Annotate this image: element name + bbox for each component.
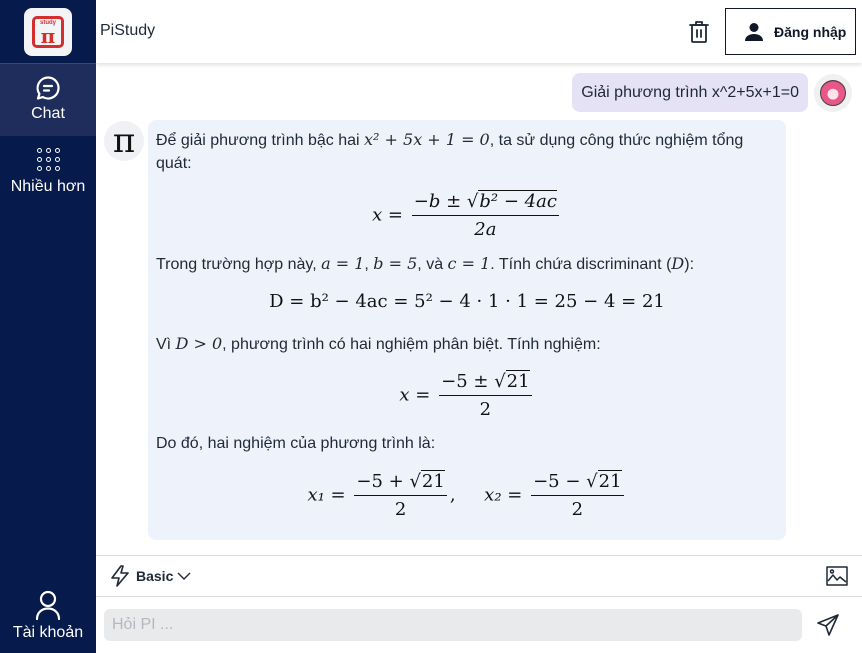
sidebar-item-label: Chat [31, 105, 65, 122]
formula-lhs: x = [372, 204, 404, 226]
sqrt-radicand: 21 [597, 470, 622, 492]
separator: , [449, 484, 456, 506]
text: Vì [156, 336, 176, 353]
text: . Tính chứa discriminant ( [490, 256, 672, 273]
numerator: −5 + [356, 471, 410, 492]
upload-image-button[interactable] [826, 566, 848, 586]
sidebar: study π Chat Nhiều hơn Tài khoản [0, 0, 96, 653]
formula-x2-lhs: x₂ = [484, 484, 523, 506]
send-button[interactable] [816, 613, 840, 637]
login-label: Đăng nhập [774, 23, 847, 40]
numerator: −b ± [413, 191, 467, 212]
formula-roots-combined: x = −5 ± √21 2 [148, 370, 786, 421]
text: , phương trình có hai nghiệm phân biệt. … [222, 336, 601, 353]
fraction: −b ± √b² − 4ac 2a [411, 190, 559, 240]
bot-message-bubble: Để giải phương trình bậc hai x² + 5x + 1… [148, 120, 786, 540]
numerator: −5 − [533, 471, 587, 492]
chat-input[interactable] [104, 609, 802, 641]
text: ): [684, 256, 695, 273]
bot-avatar: π [104, 121, 144, 161]
formula-lhs: x = [399, 384, 431, 406]
text: Để giải phương trình bậc hai [156, 132, 364, 149]
user-message: Giải phương trình x^2+5x+1=0 [572, 73, 852, 112]
sidebar-item-label: Nhiều hơn [10, 178, 86, 195]
denominator: 2 [571, 499, 584, 520]
sqrt-radicand: 21 [505, 370, 530, 392]
sidebar-item-more[interactable]: Nhiều hơn [0, 136, 96, 206]
app-logo[interactable]: study π [24, 8, 72, 56]
sidebar-item-label: Tài khoản [12, 624, 84, 641]
grid-dots-icon [36, 148, 60, 171]
inline-math: a = 1 [321, 254, 365, 273]
text: , và [417, 256, 448, 273]
bot-paragraph-coefficients: Trong trường hợp này, a = 1, b = 5, và c… [156, 252, 776, 276]
logo-pi-symbol: π [40, 24, 56, 48]
chevron-down-icon [177, 572, 191, 580]
mode-bar: Basic [96, 555, 862, 597]
lightning-icon [111, 565, 129, 587]
text: quát: [156, 155, 192, 172]
send-icon [817, 614, 839, 636]
user-message-bubble: Giải phương trình x^2+5x+1=0 [572, 73, 808, 112]
app-title: PiStudy [100, 22, 156, 39]
fraction: −5 ± √21 2 [439, 370, 532, 420]
fraction-x1: −5 + √21 2 [354, 470, 447, 520]
text: , [364, 256, 374, 273]
app-root: study π Chat Nhiều hơn Tài khoản PiStudy… [0, 0, 862, 653]
chat-bubble-icon [36, 76, 60, 100]
bot-paragraph-conclusion: Do đó, hai nghiệm của phương trình là: [156, 435, 436, 452]
inline-math: c = 1 [447, 254, 491, 273]
login-button[interactable]: Đăng nhập [725, 8, 856, 55]
formula-x1-lhs: x₁ = [307, 484, 346, 506]
text: Trong trường hợp này, [156, 256, 322, 273]
top-header: PiStudy Đăng nhập [96, 0, 862, 63]
formula-roots-separate: x₁ = −5 + √21 2 , x₂ = −5 − √21 2 [148, 470, 786, 521]
logo-mark: study π [32, 16, 64, 48]
sqrt-radicand: b² − 4ac [478, 190, 557, 212]
denominator: 2 [479, 399, 492, 420]
formula-discriminant: D = b² − 4ac = 5² − 4 · 1 · 1 = 25 − 4 =… [269, 291, 665, 312]
bot-paragraph-condition: Vì D > 0, phương trình có hai nghiệm phâ… [156, 332, 776, 356]
user-outline-icon [35, 590, 61, 621]
inline-math: b = 5 [373, 254, 418, 273]
inline-math: D > 0 [175, 334, 223, 353]
fraction-x2: −5 − √21 2 [531, 470, 624, 520]
mode-label: Basic [136, 568, 174, 584]
bot-paragraph-intro: Để giải phương trình bậc hai x² + 5x + 1… [156, 128, 776, 175]
denominator: 2 [394, 499, 407, 520]
mode-dropdown[interactable]: Basic [110, 565, 191, 587]
trash-icon [689, 21, 709, 43]
clear-chat-button[interactable] [688, 20, 710, 44]
input-bar [96, 597, 862, 653]
user-avatar[interactable] [814, 73, 852, 112]
formula-quadratic: x = −b ± √b² − 4ac 2a [148, 190, 786, 241]
avatar-image [820, 79, 846, 106]
sidebar-item-account[interactable]: Tài khoản [0, 584, 96, 653]
user-filled-icon [745, 22, 763, 41]
image-icon [826, 566, 848, 586]
denominator: 2a [474, 219, 497, 240]
sidebar-item-chat[interactable]: Chat [0, 64, 96, 136]
chat-area: Giải phương trình x^2+5x+1=0 π Để giải p… [96, 63, 862, 555]
inline-math: D [671, 254, 685, 273]
sqrt-radicand: 21 [420, 470, 445, 492]
numerator: −5 ± [441, 371, 495, 392]
inline-math: x² + 5x + 1 = 0 [364, 130, 490, 149]
text: , ta sử dụng công thức nghiệm tổng [489, 132, 744, 149]
